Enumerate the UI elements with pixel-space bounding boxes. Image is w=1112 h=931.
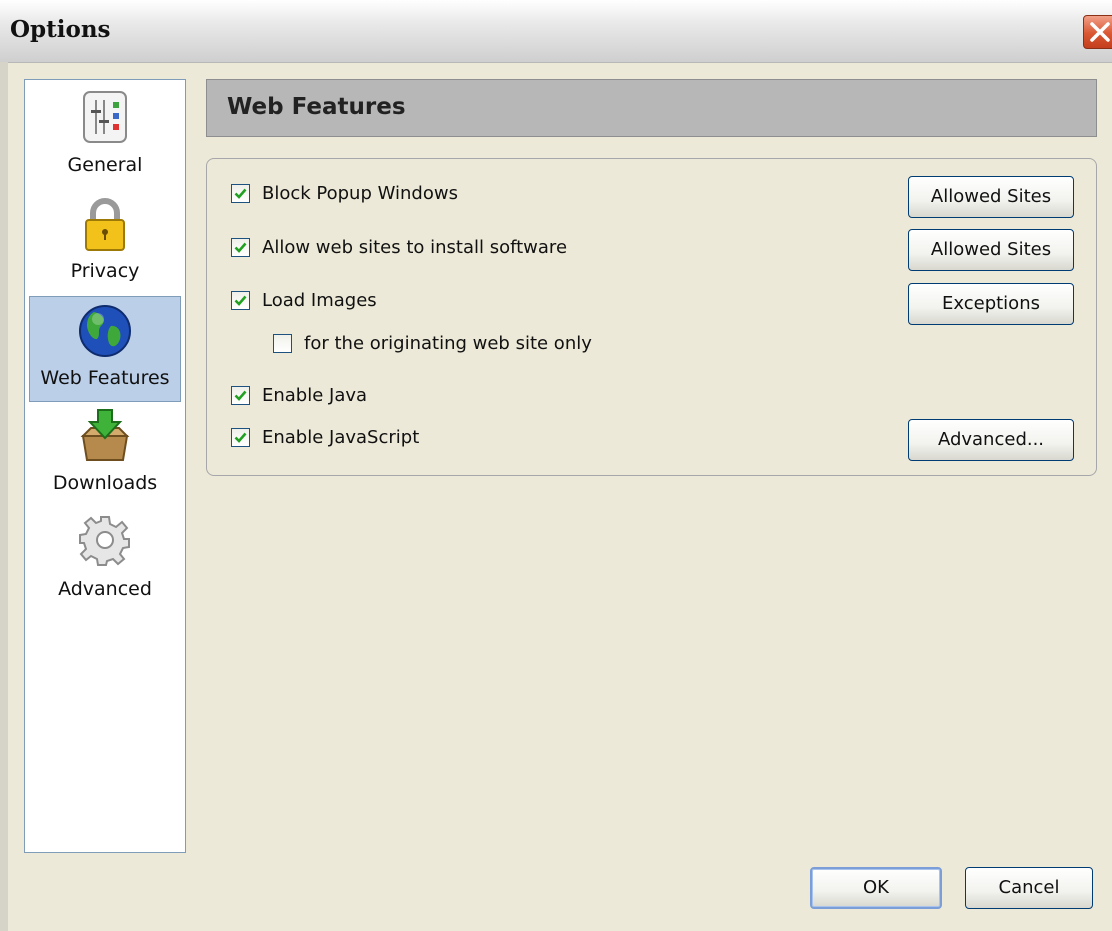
checkmark-icon bbox=[234, 390, 247, 401]
cancel-button[interactable]: Cancel bbox=[965, 867, 1093, 909]
window-title: Options bbox=[10, 16, 111, 43]
option-label: Load Images bbox=[262, 289, 377, 311]
close-button[interactable] bbox=[1083, 15, 1112, 49]
load-images-option[interactable]: Load Images bbox=[231, 288, 377, 312]
block-popup-option[interactable]: Block Popup Windows bbox=[231, 181, 458, 205]
category-sidebar: General Privacy Web Features Downloads A… bbox=[24, 79, 186, 853]
panel-header: Web Features bbox=[206, 79, 1097, 137]
load-images-checkbox[interactable] bbox=[231, 290, 250, 310]
sidebar-item-privacy[interactable]: Privacy bbox=[29, 190, 181, 296]
option-label: Enable Java bbox=[262, 384, 368, 406]
sidebar-item-label: Downloads bbox=[52, 472, 158, 494]
general-settings-icon bbox=[83, 91, 127, 143]
originating-site-checkbox[interactable] bbox=[273, 333, 292, 353]
allow-install-option[interactable]: Allow web sites to install software bbox=[231, 235, 567, 259]
sidebar-item-downloads[interactable]: Downloads bbox=[29, 402, 181, 508]
popup-allowed-sites-button[interactable]: Allowed Sites bbox=[908, 176, 1074, 218]
sidebar-item-label: Privacy bbox=[70, 260, 140, 282]
option-label: Block Popup Windows bbox=[262, 182, 458, 204]
enable-javascript-checkbox[interactable] bbox=[231, 427, 250, 447]
ok-button[interactable]: OK bbox=[810, 867, 942, 909]
sidebar-item-label: Web Features bbox=[40, 367, 170, 389]
install-allowed-sites-button[interactable]: Allowed Sites bbox=[908, 229, 1074, 271]
javascript-advanced-button[interactable]: Advanced... bbox=[908, 419, 1074, 461]
enable-java-checkbox[interactable] bbox=[231, 385, 250, 405]
window-frame-left bbox=[0, 62, 8, 931]
option-label: for the originating web site only bbox=[304, 332, 592, 354]
images-exceptions-button[interactable]: Exceptions bbox=[908, 283, 1074, 325]
globe-icon bbox=[79, 305, 131, 357]
enable-java-option[interactable]: Enable Java bbox=[231, 383, 367, 407]
padlock-icon bbox=[85, 198, 125, 251]
gear-icon bbox=[79, 516, 130, 566]
allow-install-checkbox[interactable] bbox=[231, 237, 250, 257]
checkmark-icon bbox=[234, 242, 247, 253]
checkmark-icon bbox=[234, 432, 247, 443]
sidebar-item-general[interactable]: General bbox=[29, 84, 181, 190]
checkmark-icon bbox=[234, 188, 247, 199]
sidebar-item-label: General bbox=[67, 154, 143, 176]
enable-javascript-option[interactable]: Enable JavaScript bbox=[231, 425, 419, 449]
option-label: Enable JavaScript bbox=[262, 426, 420, 448]
sidebar-item-web-features[interactable]: Web Features bbox=[29, 296, 181, 402]
checkmark-icon bbox=[234, 295, 247, 306]
originating-site-option[interactable]: for the originating web site only bbox=[273, 331, 592, 355]
close-icon bbox=[1090, 22, 1110, 42]
page-title: Web Features bbox=[227, 94, 406, 120]
block-popup-checkbox[interactable] bbox=[231, 183, 250, 203]
option-label: Allow web sites to install software bbox=[262, 236, 568, 258]
title-bar: Options bbox=[0, 0, 1112, 63]
sidebar-item-advanced[interactable]: Advanced bbox=[29, 508, 181, 614]
sidebar-item-label: Advanced bbox=[58, 578, 152, 600]
download-box-icon bbox=[80, 409, 130, 461]
